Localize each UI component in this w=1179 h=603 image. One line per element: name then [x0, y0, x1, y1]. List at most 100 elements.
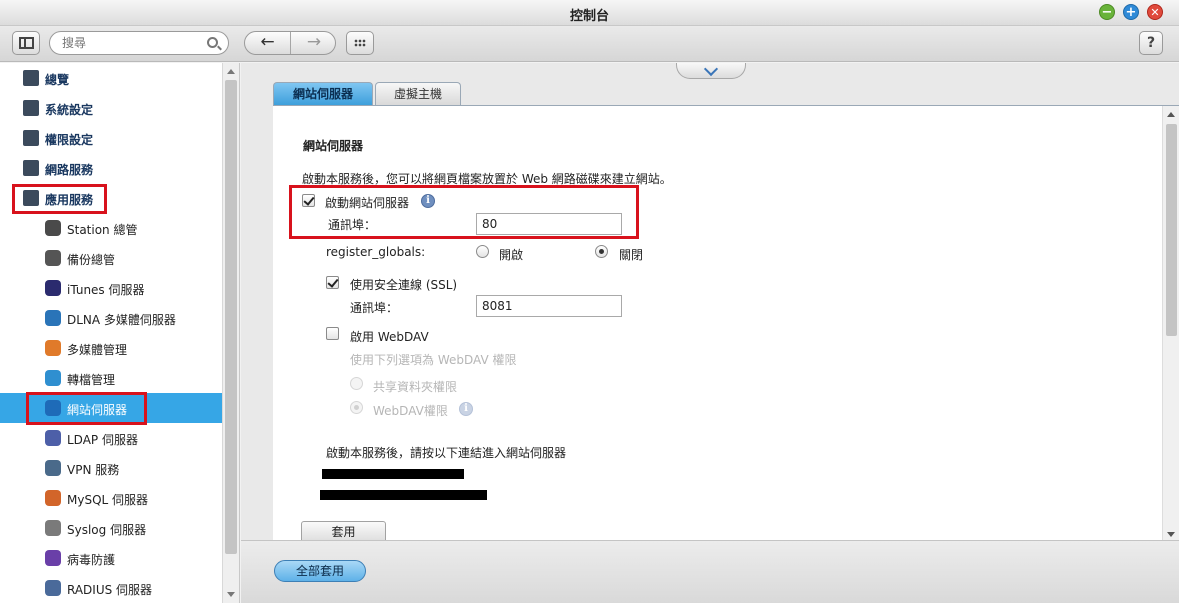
sidebar-item-label: LDAP 伺服器 [67, 433, 138, 447]
redacted-link-2[interactable] [320, 490, 487, 500]
sidebar-item[interactable]: 病毒防護 [0, 543, 222, 573]
multimedia-icon [45, 340, 61, 356]
webdav-checkbox[interactable] [326, 327, 339, 340]
window-title: 控制台 [569, 9, 609, 24]
highlight-box-web-server [26, 392, 147, 425]
gear-icon [23, 100, 39, 116]
scroll-up-icon[interactable] [227, 69, 235, 74]
panel-scroll-thumb[interactable] [1166, 124, 1177, 336]
nav-group: ← → [244, 31, 336, 55]
radius-icon [45, 580, 61, 596]
ssl-port-label: 通訊埠： [350, 301, 399, 315]
forward-button[interactable]: → [291, 32, 335, 54]
sidebar-item-label: 網路服務 [45, 163, 94, 177]
sidebar-item[interactable]: 多媒體管理 [0, 333, 222, 363]
register-globals-on-radio[interactable] [476, 245, 489, 258]
maximize-icon[interactable]: + [1123, 4, 1139, 20]
webdav-share-radio[interactable] [350, 377, 363, 390]
section-title: 網站伺服器 [303, 139, 364, 153]
panel-scroll-down-icon[interactable] [1167, 532, 1175, 537]
itunes-icon [45, 280, 61, 296]
sidebar-item-label: iTunes 伺服器 [67, 283, 145, 297]
sidebar-item-label: 病毒防護 [67, 553, 116, 567]
sidebar-item-label: Syslog 伺服器 [67, 523, 147, 537]
apps-button[interactable] [346, 31, 374, 55]
sidebar-item[interactable]: iTunes 伺服器 [0, 273, 222, 303]
collapse-toggle[interactable] [676, 61, 746, 79]
sidebar-item[interactable]: Syslog 伺服器 [0, 513, 222, 543]
enable-web-server-checkbox[interactable] [302, 194, 315, 207]
close-icon[interactable]: ✕ [1147, 4, 1163, 20]
grid-icon [23, 70, 39, 86]
minimize-icon[interactable]: − [1099, 4, 1115, 20]
tab-virtual-host[interactable]: 虛擬主機 [375, 82, 461, 105]
sidebar-item[interactable]: RADIUS 伺服器 [0, 573, 222, 603]
sidebar-item[interactable]: 總覽 [0, 63, 222, 93]
register-globals-off-label: 關閉 [619, 248, 644, 262]
link-hint-text: 啟動本服務後，請按以下連結進入網站伺服器 [326, 446, 567, 460]
antivirus-icon [45, 550, 61, 566]
search-input[interactable] [62, 36, 202, 50]
sidebar-item-label: 多媒體管理 [67, 343, 128, 357]
sidebar-item-label: RADIUS 伺服器 [67, 583, 153, 597]
webdav-share-label: 共享資料夾權限 [373, 380, 458, 394]
sidebar-item[interactable]: 轉檔管理 [0, 363, 222, 393]
help-button[interactable]: ? [1139, 31, 1163, 55]
webdav-hint: 使用下列選項為 WebDAV 權限 [350, 353, 517, 367]
back-button[interactable]: ← [245, 32, 291, 54]
sidebar-item[interactable]: 備份總管 [0, 243, 222, 273]
register-globals-label: register_globals: [326, 245, 426, 259]
dlna-icon [45, 310, 61, 326]
panel-scrollbar[interactable] [1162, 106, 1179, 541]
station-icon [45, 220, 61, 236]
sidebar-item-label: 權限設定 [45, 133, 94, 147]
search-box[interactable] [49, 31, 229, 55]
sidebar-item[interactable]: VPN 服務 [0, 453, 222, 483]
main-area: 網站伺服器 虛擬主機 網站伺服器 啟動本服務後，您可以將網頁檔案放置於 Web … [241, 61, 1179, 603]
sidebar-item-label: 轉檔管理 [67, 373, 116, 387]
sidebar-item[interactable]: LDAP 伺服器 [0, 423, 222, 453]
ldap-icon [45, 430, 61, 446]
panel-scroll-up-icon[interactable] [1167, 112, 1175, 117]
webdav-perm-radio[interactable] [350, 401, 363, 414]
enable-web-server-label: 啟動網站伺服器 [325, 196, 410, 210]
sidebar-panel-icon [19, 37, 34, 49]
sidebar-item[interactable]: 網路服務 [0, 153, 222, 183]
sidebar-item[interactable]: 權限設定 [0, 123, 222, 153]
vpn-icon [45, 460, 61, 476]
sidebar-item[interactable]: 系統設定 [0, 93, 222, 123]
sidebar-item[interactable]: Station 總管 [0, 213, 222, 243]
sidebar-item[interactable]: DLNA 多媒體伺服器 [0, 303, 222, 333]
mysql-icon [45, 490, 61, 506]
footer-bar: 全部套用 [241, 540, 1179, 603]
ssl-checkbox[interactable] [326, 276, 339, 289]
redacted-link-1[interactable] [322, 469, 464, 479]
apply-all-button[interactable]: 全部套用 [274, 560, 366, 582]
sidebar-scrollbar[interactable] [222, 63, 239, 603]
search-icon[interactable] [207, 37, 218, 48]
ssl-port-input[interactable] [476, 295, 622, 317]
chevron-down-icon [703, 61, 719, 77]
port-label: 通訊埠： [328, 218, 377, 232]
sidebar-toggle-button[interactable] [12, 31, 40, 55]
webdav-perm-label: WebDAV權限 [373, 404, 448, 418]
sidebar-item-label: 備份總管 [67, 253, 116, 267]
port-input[interactable] [476, 213, 622, 235]
globe-icon [23, 160, 39, 176]
title-bar: 控制台 − + ✕ [0, 0, 1179, 26]
register-globals-off-radio[interactable] [595, 245, 608, 258]
sidebar: 總覽 系統設定 權限設定 網路服務 應用服務 Station 總管 備份總管 iTunes 伺… [0, 63, 240, 603]
sidebar-item[interactable]: MySQL 伺服器 [0, 483, 222, 513]
apps-grid-icon [354, 39, 366, 47]
tab-web-server[interactable]: 網站伺服器 [273, 82, 373, 105]
toolbar: ← → ? [0, 26, 1179, 62]
webdav-info-icon[interactable]: i [459, 402, 473, 416]
webdav-label: 啟用 WebDAV [350, 330, 429, 344]
sidebar-item-label: 總覽 [45, 73, 70, 87]
backup-icon [45, 250, 61, 266]
sidebar-scroll-thumb[interactable] [225, 80, 237, 554]
sidebar-item-label: VPN 服務 [67, 463, 120, 477]
scroll-down-icon[interactable] [227, 592, 235, 597]
info-icon[interactable]: i [421, 194, 435, 208]
sidebar-item-label: Station 總管 [67, 223, 138, 237]
